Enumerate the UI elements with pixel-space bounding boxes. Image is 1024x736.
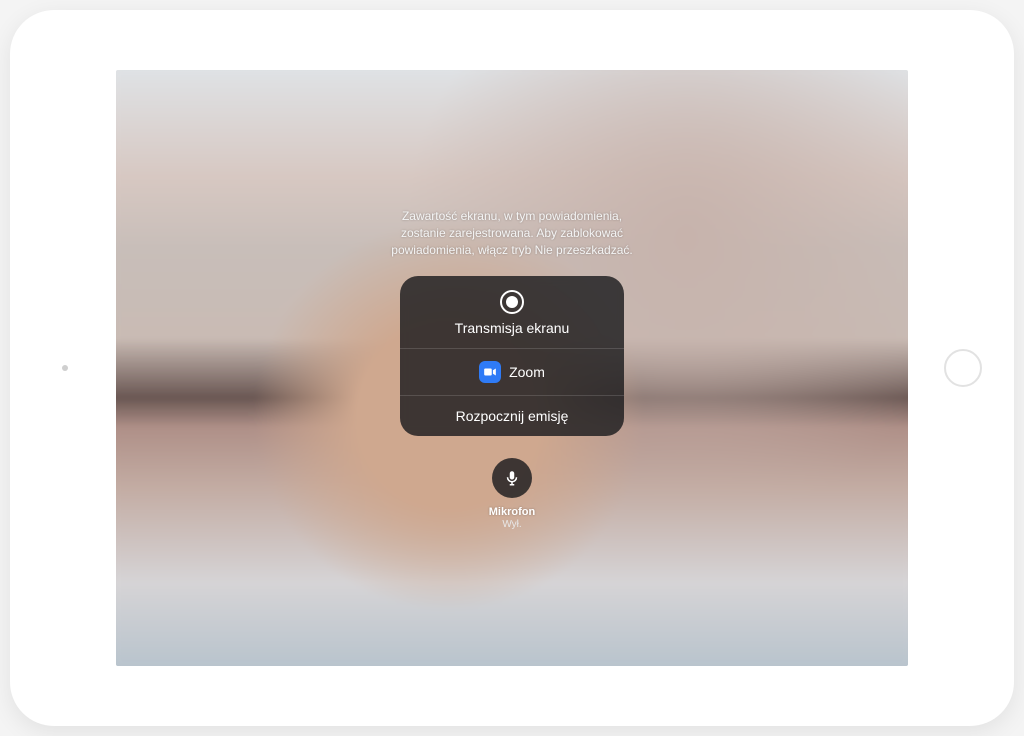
start-broadcast-button[interactable]: Rozpocznij emisję — [400, 396, 624, 436]
broadcast-header: Transmisja ekranu — [400, 276, 624, 348]
microphone-label: Mikrofon — [489, 506, 535, 518]
record-icon — [500, 290, 524, 314]
ipad-frame: Zawartość ekranu, w tym powiadomienia, z… — [10, 10, 1014, 726]
start-broadcast-label: Rozpocznij emisję — [456, 408, 569, 424]
zoom-app-icon — [479, 361, 501, 383]
microphone-control: Mikrofon Wył. — [489, 458, 535, 530]
broadcast-target-row[interactable]: Zoom — [400, 349, 624, 395]
microphone-icon — [503, 469, 521, 487]
screen: Zawartość ekranu, w tym powiadomienia, z… — [116, 70, 908, 666]
microphone-status: Wył. — [502, 519, 521, 530]
microphone-toggle[interactable] — [492, 458, 532, 498]
broadcast-warning-text: Zawartość ekranu, w tym powiadomienia, z… — [391, 208, 632, 258]
broadcast-panel: Transmisja ekranu Zoom Rozpocznij emisję — [400, 276, 624, 436]
broadcast-target-label: Zoom — [509, 364, 545, 380]
front-camera — [62, 365, 68, 371]
broadcast-title: Transmisja ekranu — [455, 320, 570, 336]
home-button[interactable] — [944, 349, 982, 387]
